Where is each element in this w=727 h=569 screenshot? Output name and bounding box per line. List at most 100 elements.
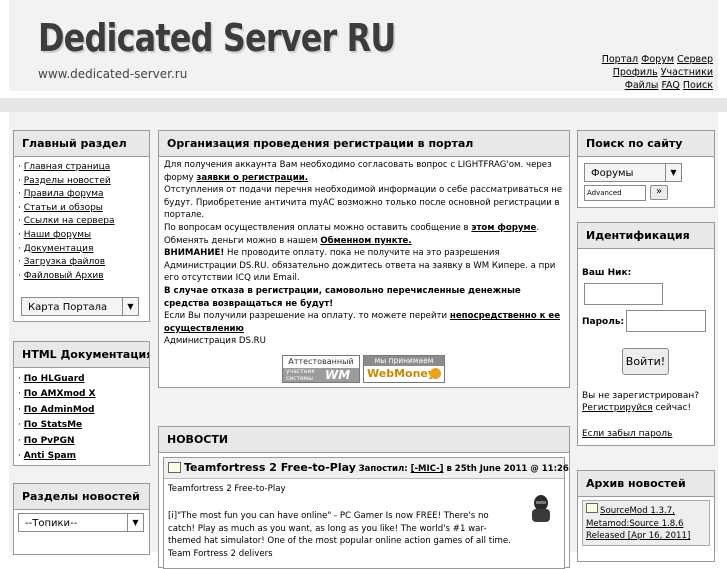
identification-panel: Идентификация Ваш Ник: Пароль: Войти! Вы…	[577, 222, 715, 446]
search-title: Поиск по сайту	[578, 131, 714, 157]
menu-link-our-forums[interactable]: Наши форумы	[24, 230, 91, 240]
search-scope-select[interactable]: Форумы ▼	[584, 163, 682, 182]
menu-link-downloads[interactable]: Загрузка файлов	[24, 257, 105, 267]
html-docs-title: HTML Документация	[14, 342, 149, 368]
register-link[interactable]: Регистрируйся	[582, 403, 653, 413]
main-section-menu: · Главная страница · Разделы новостей · …	[14, 157, 149, 283]
html-docs-menu: · По HLGuard · По AMXmod X · По AdminMod…	[14, 368, 149, 464]
menu-link-forum-rules[interactable]: Правила форума	[24, 189, 104, 199]
list-item: · Загрузка файлов	[18, 257, 106, 268]
menu-link-articles[interactable]: Статьи и обзоры	[24, 203, 103, 213]
webmoney-accept-badge[interactable]: мы принимаем WebMoney	[363, 355, 445, 383]
news-title: НОВОСТИ	[159, 427, 569, 453]
nav-profile-link[interactable]: Профиль	[613, 67, 658, 78]
badge-attested-bottom: участник системы WM	[283, 368, 359, 382]
doc-link-antispam[interactable]: Anti Spam	[24, 451, 76, 461]
nav-members-link[interactable]: Участники	[661, 67, 713, 78]
news-posted-label: Запостил:	[358, 464, 411, 474]
archive-item: SourceMod 1.3.7, Metamod:Source 1.8.6 Re…	[582, 500, 710, 546]
chevron-down-icon: ▼	[127, 514, 143, 531]
portal-map-select[interactable]: Карта Портала ▼	[21, 297, 139, 316]
portal-map-select-value: Карта Портала	[28, 302, 108, 313]
warning-label: ВНИМАНИЕ!	[164, 248, 225, 259]
list-item: · Наши форумы	[18, 229, 92, 240]
webmoney-logo-text: WebMoney	[367, 367, 436, 380]
menu-link-news-sections[interactable]: Разделы новостей	[24, 176, 111, 186]
search-input[interactable]: Advanced	[584, 185, 646, 201]
search-panel: Поиск по сайту Форумы ▼ Advanced »	[577, 130, 715, 208]
registration-title: Организация проведения регистрации в пор…	[159, 131, 569, 157]
wm-logo-icon: WM	[325, 368, 351, 382]
news-item-header: Teamfortress 2 Free-to-Play Запостил: [-…	[164, 458, 569, 479]
nav-server-link[interactable]: Сервер	[677, 54, 713, 65]
news-item: Teamfortress 2 Free-to-Play Запостил: [-…	[163, 457, 569, 569]
site-header: Dedicated Server RU www.dedicated-server…	[9, 0, 718, 91]
doc-link-hlguard[interactable]: По HLGuard	[24, 374, 85, 384]
badge-accept-text: мы принимаем	[364, 356, 444, 366]
reg-text: Если Вы получили разрешение на оплату. т…	[164, 311, 450, 322]
nick-label: Ваш Ник:	[582, 268, 632, 278]
site-url: www.dedicated-server.ru	[38, 67, 188, 81]
chevron-down-icon: ▼	[665, 164, 681, 181]
menu-link-server-links[interactable]: Ссылки на сервера	[24, 216, 115, 226]
doc-link-pvpgn[interactable]: По PvPGN	[24, 436, 75, 446]
list-item: · Anti Spam	[18, 451, 77, 462]
reg-text: По вопросам осуществления оплаты можно о…	[164, 222, 472, 233]
password-field[interactable]	[626, 310, 706, 332]
nav-files-link[interactable]: Файлы	[625, 80, 659, 91]
password-label: Пароль:	[582, 317, 625, 327]
news-panel: НОВОСТИ Teamfortress 2 Free-to-Play Запо…	[158, 426, 570, 569]
site-logo[interactable]: Dedicated Server RU	[38, 16, 396, 60]
nick-field[interactable]	[584, 283, 663, 305]
archive-item-link[interactable]: SourceMod 1.3.7, Metamod:Source 1.8.6 Re…	[586, 506, 690, 541]
search-go-button[interactable]: »	[650, 185, 668, 200]
nav-faq-link[interactable]: FAQ	[661, 80, 679, 91]
doc-link-amxmodx[interactable]: По AMXmod X	[24, 389, 96, 399]
nav-portal-link[interactable]: Портал	[602, 54, 638, 65]
doc-link-statsme[interactable]: По StatsMe	[24, 420, 82, 430]
news-article-icon	[168, 462, 181, 473]
reg-text: Обменять деньги можно в нашем	[164, 235, 321, 246]
forgot-password-link[interactable]: Если забыл пароль	[582, 429, 672, 439]
news-sections-panel: Разделы новостей --Топики-- ▼	[13, 483, 150, 555]
soldier-avatar-image	[526, 492, 556, 522]
reg-paragraph: ВНИМАНИЕ! Не проводите оплату. пока не п…	[164, 247, 564, 285]
this-forum-link[interactable]: этом форуме	[471, 223, 536, 233]
registration-text: Для получения аккаунта Вам необходимо со…	[159, 157, 569, 350]
login-button[interactable]: Войти!	[622, 348, 669, 375]
main-section-title: Главный раздел	[14, 131, 149, 157]
topics-select[interactable]: --Топики-- ▼	[18, 513, 144, 532]
menu-link-docs[interactable]: Документация	[24, 244, 94, 254]
nav-forum-link[interactable]: Форум	[641, 54, 674, 65]
list-item: · Разделы новостей	[18, 175, 111, 186]
nav-search-link[interactable]: Поиск	[683, 80, 713, 91]
reg-paragraph: Для получения аккаунта Вам необходимо со…	[164, 159, 564, 184]
menu-link-file-archive[interactable]: Файловый Архив	[24, 271, 104, 281]
news-item-title[interactable]: Teamfortress 2 Free-to-Play	[184, 461, 356, 474]
register-tail: сейчас!	[652, 403, 692, 413]
menu-link-home[interactable]: Главная страница	[24, 162, 111, 172]
page-body: Главный раздел · Главная страница · Разд…	[9, 112, 718, 569]
reg-paragraph: Администрация DS.RU	[164, 336, 266, 347]
exchange-point-link[interactable]: Обменном пункте.	[320, 236, 411, 246]
wm-attested-badge[interactable]: Аттестованный участник системы WM	[282, 355, 360, 383]
list-item: · Главная страница	[18, 162, 111, 172]
news-archive-panel: Архив новостей SourceMod 1.3.7, Metamod:…	[577, 470, 715, 562]
identification-title: Идентификация	[578, 223, 714, 249]
registration-panel: Организация проведения регистрации в пор…	[158, 130, 570, 388]
separator-band	[0, 98, 727, 112]
badge-attested-text: Аттестованный	[288, 357, 354, 366]
reg-paragraph: По вопросам осуществления оплаты можно о…	[164, 222, 564, 235]
list-item: · По StatsMe	[18, 420, 83, 431]
badge-attested-system: системы	[286, 375, 313, 382]
news-article-icon	[586, 503, 598, 513]
registration-request-link[interactable]: заявки о регистрации.	[196, 173, 308, 183]
reg-paragraph: Обменять деньги можно в нашем Обменном п…	[164, 235, 564, 248]
webmoney-globe-icon	[430, 368, 441, 379]
news-author-link[interactable]: [-MIC-]	[411, 464, 444, 474]
html-docs-panel: HTML Документация · По HLGuard · По AMXm…	[13, 341, 150, 466]
doc-link-adminmod[interactable]: По AdminMod	[24, 405, 95, 415]
reg-paragraph: Отступления от подачи перечня необходимо…	[164, 185, 563, 221]
list-item: · Статьи и обзоры	[18, 202, 103, 213]
list-item: · Файловый Архив	[18, 270, 104, 281]
